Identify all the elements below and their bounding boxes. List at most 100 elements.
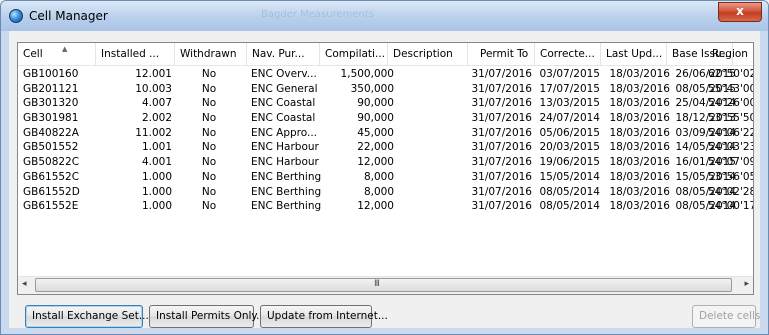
region: 54°07'09.67"N (708, 156, 753, 169)
last-updated: 18/03/2016 (609, 141, 670, 154)
table-row[interactable]: GB50822C 4.001 No ENC Harbour 12,000 31/… (18, 155, 753, 170)
nav-purpose: ENC Overv... (251, 68, 317, 80)
withdrawn-status: No (201, 68, 217, 80)
column-header-installed[interactable]: Installed ... (96, 43, 175, 65)
compilation-scale: 90,000 (357, 112, 394, 125)
region: 55°43'00.02"N (708, 82, 753, 95)
installed-edition: 2.002 (141, 112, 172, 125)
region: 53°56'05.84"N (708, 170, 753, 183)
column-header-label: Permit To (480, 48, 529, 60)
installed-edition: 10.003 (135, 82, 172, 95)
compilation-scale: 90,000 (357, 97, 394, 110)
compilation-scale: 8,000 (363, 185, 394, 198)
region: 54°06'22.83"N (708, 126, 753, 139)
withdrawn-status: No (201, 141, 217, 154)
compilation-scale: 8,000 (363, 170, 394, 183)
cell-name: GB50822C (23, 156, 80, 169)
permit-to: 31/07/2016 (471, 141, 532, 154)
last-updated: 18/03/2016 (609, 112, 670, 125)
nav-purpose: ENC Harbour (251, 156, 319, 169)
withdrawn-status: No (201, 170, 217, 183)
column-header-withdrawn[interactable]: Withdrawn (175, 43, 247, 65)
scrollbar-thumb[interactable]: III (35, 278, 732, 292)
sort-ascending-icon: ▲ (62, 45, 68, 53)
permit-to: 31/07/2016 (471, 200, 532, 213)
column-header-cell[interactable]: Cell ▲ (18, 43, 96, 65)
nav-purpose: ENC Berthing (251, 185, 322, 198)
nav-purpose: ENC Coastal (251, 97, 316, 110)
table-row[interactable]: GB61552E 1.000 No ENC Berthing 12,000 31… (18, 199, 753, 214)
column-header-nav-purpose[interactable]: Nav. Pur... (247, 43, 320, 65)
corrected-date: 15/05/2014 (539, 170, 600, 183)
cells-list[interactable]: Cell ▲ Installed ... Withdrawn Nav. Pur.… (17, 42, 754, 295)
nav-purpose: ENC Berthing (251, 170, 322, 183)
close-button[interactable]: x (718, 2, 762, 22)
nav-purpose: ENC Berthing (251, 200, 322, 213)
installed-edition: 4.001 (141, 156, 172, 169)
installed-edition: 1.000 (141, 185, 172, 198)
column-header-description[interactable]: Description (388, 43, 468, 65)
cell-name: GB61552D (23, 185, 80, 198)
column-header-label: Nav. Pur... (252, 48, 305, 60)
permit-to: 31/07/2016 (471, 185, 532, 198)
table-row[interactable]: GB301981 2.002 No ENC Coastal 90,000 31/… (18, 111, 753, 126)
corrected-date: 03/07/2015 (539, 68, 600, 80)
table-body: GB100160 12.001 No ENC Overv... 1,500,00… (18, 67, 753, 214)
table-row[interactable]: GB501552 1.001 No ENC Harbour 22,000 31/… (18, 140, 753, 155)
installed-edition: 11.002 (135, 126, 172, 139)
table-header: Cell ▲ Installed ... Withdrawn Nav. Pur.… (18, 43, 753, 66)
install-permits-only-button[interactable]: Install Permits Only... (149, 305, 266, 328)
corrected-date: 24/07/2014 (539, 112, 600, 125)
column-header-last-updated[interactable]: Last Upd... (601, 43, 667, 65)
withdrawn-status: No (201, 126, 217, 139)
column-header-label: Last Upd... (606, 48, 663, 60)
corrected-date: 17/07/2015 (539, 82, 600, 95)
table-row[interactable]: GB61552D 1.000 No ENC Berthing 8,000 31/… (18, 185, 753, 200)
last-updated: 18/03/2016 (609, 200, 670, 213)
corrected-date: 13/03/2015 (539, 97, 600, 110)
column-header-label: Compilati... (325, 48, 385, 60)
install-exchange-set-button[interactable]: Install Exchange Set... (25, 305, 149, 328)
region: 53°55'50.90"N (708, 112, 753, 125)
column-header-label: Installed ... (101, 48, 160, 60)
column-header-compilation[interactable]: Compilati... (320, 43, 388, 65)
column-header-permit-to[interactable]: Permit To (468, 43, 535, 65)
cell-name: GB40822A (23, 126, 79, 139)
installed-edition: 4.007 (141, 97, 172, 110)
column-header-region[interactable]: Region (707, 43, 753, 65)
table-row[interactable]: GB40822A 11.002 No ENC Appro... 45,000 3… (18, 126, 753, 141)
cell-name: GB61552C (23, 170, 80, 183)
scrollbar-grip-icon: III (374, 279, 380, 289)
withdrawn-status: No (201, 185, 217, 198)
background-window-title: Bagder Measurements (261, 9, 374, 20)
table-row[interactable]: GB61552C 1.000 No ENC Berthing 8,000 31/… (18, 170, 753, 185)
compilation-scale: 45,000 (357, 126, 394, 139)
delete-cells-button[interactable]: Delete cells (692, 305, 760, 328)
table-row[interactable]: GB100160 12.001 No ENC Overv... 1,500,00… (18, 67, 753, 82)
last-updated: 18/03/2016 (609, 126, 670, 139)
title-bar[interactable]: Bagder Measurements Cell Manager x (1, 1, 768, 31)
cell-name: GB301981 (23, 112, 79, 125)
last-updated: 18/03/2016 (609, 82, 670, 95)
update-from-internet-button[interactable]: Update from Internet... (260, 305, 388, 328)
column-header-corrected[interactable]: Correcte... (535, 43, 601, 65)
window-title: Cell Manager (29, 9, 108, 23)
compilation-scale: 12,000 (357, 156, 394, 169)
nav-purpose: ENC Harbour (251, 141, 319, 154)
last-updated: 18/03/2016 (609, 185, 670, 198)
region: 62°50'02.06"N (708, 68, 753, 80)
installed-edition: 1.001 (141, 141, 172, 154)
cell-name: GB100160 (23, 68, 79, 80)
last-updated: 18/03/2016 (609, 170, 670, 183)
table-row[interactable]: GB201121 10.003 No ENC General 350,000 3… (18, 82, 753, 97)
region: 54°03'23.47"N (708, 141, 753, 154)
table-row[interactable]: GB301320 4.007 No ENC Coastal 90,000 31/… (18, 96, 753, 111)
horizontal-scrollbar[interactable]: ◂ III ▸ (18, 276, 753, 294)
globe-icon (9, 9, 23, 23)
installed-edition: 12.001 (135, 68, 172, 80)
client-area: Cell ▲ Installed ... Withdrawn Nav. Pur.… (9, 31, 760, 328)
compilation-scale: 350,000 (350, 82, 394, 95)
scroll-right-arrow-icon[interactable]: ▸ (744, 279, 749, 289)
column-header-label: Region (712, 48, 748, 60)
scroll-left-arrow-icon[interactable]: ◂ (22, 279, 27, 289)
